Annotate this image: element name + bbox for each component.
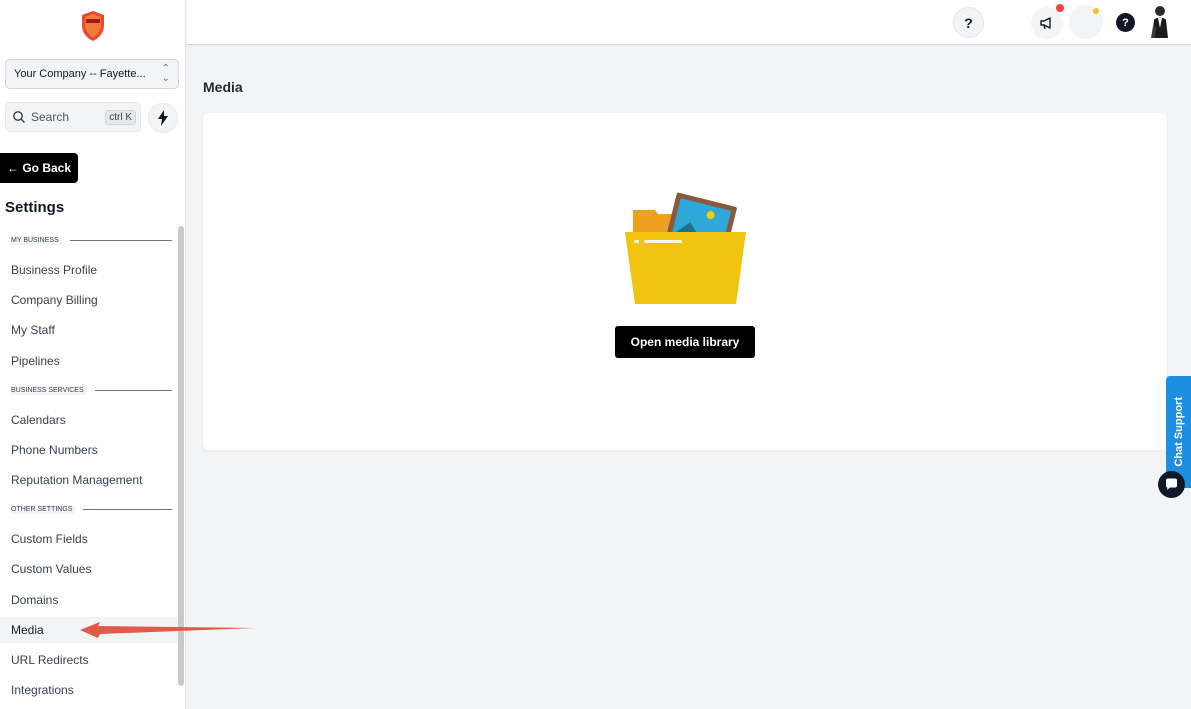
sidebar: Your Company -- Fayette... ⌃ ⌄ Search ctr…	[0, 0, 186, 709]
open-media-library-button[interactable]: Open media library	[615, 326, 755, 358]
sidebar-item-business-profile[interactable]: Business Profile	[0, 257, 178, 283]
media-card: Open media library	[203, 113, 1167, 450]
company-select-label: Your Company -- Fayette...	[14, 68, 146, 80]
sidebar-item-url-redirects[interactable]: URL Redirects	[0, 647, 178, 673]
help-button[interactable]: ?	[953, 7, 984, 38]
sidebar-item-my-staff[interactable]: My Staff	[0, 317, 178, 343]
sidebar-item-phone-numbers[interactable]: Phone Numbers	[0, 437, 178, 463]
shield-logo-icon[interactable]	[80, 10, 106, 42]
sidebar-scrollbar[interactable]	[178, 226, 184, 686]
section-header-my-business: MY BUSINESS	[11, 236, 172, 245]
chevron-updown-icon: ⌃ ⌄	[161, 63, 170, 84]
search-input[interactable]: Search ctrl K	[5, 102, 141, 132]
sidebar-item-custom-fields[interactable]: Custom Fields	[0, 526, 178, 552]
sidebar-item-pipelines[interactable]: Pipelines	[0, 348, 178, 374]
status-dot	[1093, 8, 1099, 14]
chat-bubble-icon	[1166, 478, 1177, 490]
folder-illustration-icon	[625, 192, 746, 304]
sidebar-item-reputation-management[interactable]: Reputation Management	[0, 467, 178, 493]
notification-dot	[1056, 4, 1064, 12]
go-back-button[interactable]: ← Go Back	[0, 153, 78, 183]
question-help-button[interactable]: ?	[1116, 13, 1135, 32]
sidebar-item-domains[interactable]: Domains	[0, 587, 178, 613]
quick-action-button[interactable]	[148, 103, 178, 133]
sidebar-item-integrations[interactable]: Integrations	[0, 677, 178, 703]
sidebar-item-calendars[interactable]: Calendars	[0, 407, 178, 433]
chat-button[interactable]	[1158, 471, 1185, 498]
search-shortcut: ctrl K	[105, 109, 136, 125]
page-title: Media	[203, 79, 243, 95]
megaphone-icon	[1040, 17, 1051, 30]
search-label: Search	[31, 110, 70, 124]
section-header-business-services: BUSINESS SERVICES	[11, 386, 172, 395]
avatar[interactable]	[1145, 4, 1175, 38]
chat-support-label: Chat Support	[1172, 397, 1185, 467]
lightning-icon	[158, 110, 168, 126]
annotation-arrow	[80, 622, 256, 638]
search-icon	[13, 111, 25, 123]
settings-title: Settings	[5, 199, 65, 216]
sidebar-item-company-billing[interactable]: Company Billing	[0, 287, 178, 313]
sidebar-item-custom-values[interactable]: Custom Values	[0, 556, 178, 582]
company-select[interactable]: Your Company -- Fayette... ⌃ ⌄	[5, 59, 179, 89]
section-header-other-settings: OTHER SETTINGS	[11, 505, 172, 514]
top-bar: ? ?	[187, 0, 1191, 45]
